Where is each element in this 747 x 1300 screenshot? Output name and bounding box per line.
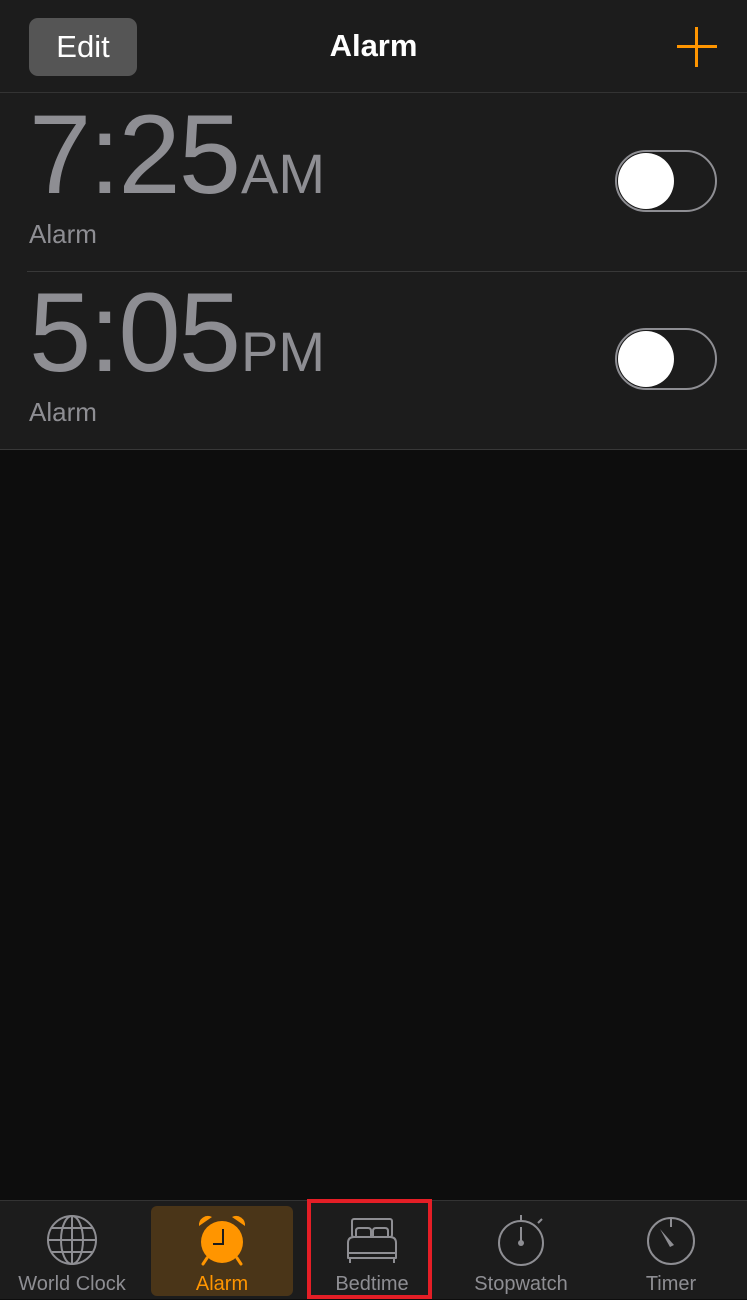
alarm-label: Alarm bbox=[29, 219, 97, 249]
toggle-knob bbox=[618, 153, 674, 209]
tab-label: Alarm bbox=[195, 1273, 249, 1295]
alarm-time-period: AM bbox=[240, 142, 325, 205]
globe-icon bbox=[47, 1215, 97, 1265]
alarm-row[interactable]: 7:25AM Alarm bbox=[0, 93, 747, 271]
tab-timer[interactable]: Timer bbox=[601, 1201, 741, 1300]
alarm-time: 5:05PM bbox=[29, 277, 325, 389]
alarm-time-digits: 7:25 bbox=[29, 92, 241, 217]
page-title: Alarm bbox=[329, 28, 418, 63]
tab-alarm[interactable]: Alarm bbox=[152, 1201, 292, 1300]
alarm-list: 7:25AM Alarm 5:05PM Alarm bbox=[0, 93, 747, 450]
stopwatch-icon bbox=[498, 1215, 544, 1266]
tab-label: Timer bbox=[645, 1273, 697, 1295]
timer-icon bbox=[647, 1217, 695, 1265]
toggle-knob bbox=[618, 331, 674, 387]
tab-stopwatch[interactable]: Stopwatch bbox=[451, 1201, 591, 1300]
alarm-toggle[interactable] bbox=[615, 150, 717, 212]
highlight-box bbox=[307, 1199, 432, 1299]
alarm-time-period: PM bbox=[240, 320, 325, 383]
alarm-time-digits: 5:05 bbox=[29, 270, 241, 395]
alarm-row[interactable]: 5:05PM Alarm bbox=[0, 271, 747, 449]
alarm-label: Alarm bbox=[29, 397, 97, 427]
tab-world-clock[interactable]: World Clock bbox=[2, 1201, 142, 1300]
add-alarm-button[interactable] bbox=[677, 27, 717, 67]
navigation-bar: Edit Alarm bbox=[0, 0, 747, 93]
alarm-toggle[interactable] bbox=[615, 328, 717, 390]
alarm-clock-icon bbox=[198, 1216, 246, 1266]
tab-label: Stopwatch bbox=[474, 1273, 568, 1295]
alarm-time: 7:25AM bbox=[29, 99, 325, 211]
tab-label: World Clock bbox=[18, 1273, 126, 1295]
